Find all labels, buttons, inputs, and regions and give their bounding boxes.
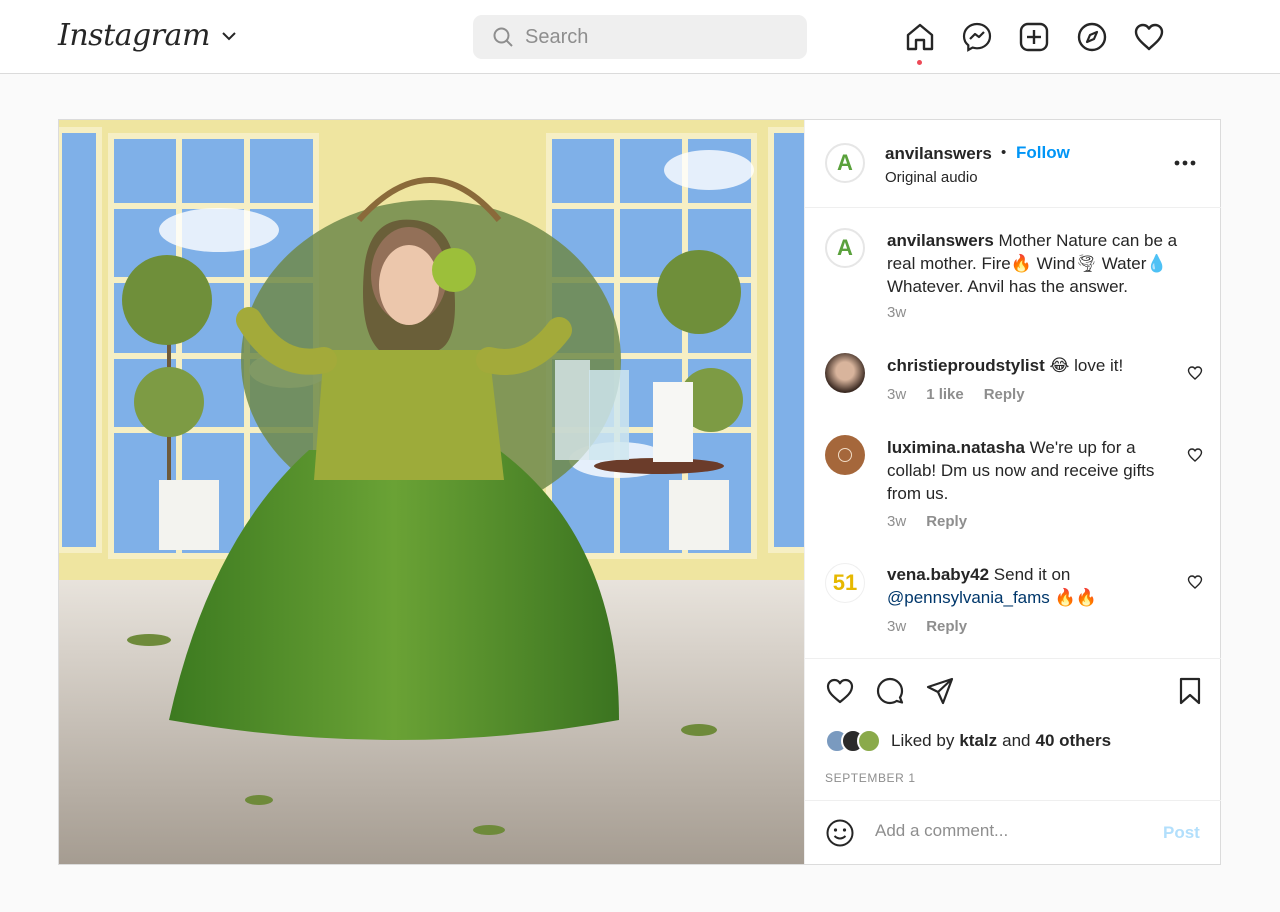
- caption-username[interactable]: anvilanswers: [887, 231, 994, 250]
- author-avatar[interactable]: A: [825, 143, 865, 183]
- follow-button[interactable]: Follow: [1016, 143, 1070, 163]
- search-input[interactable]: [525, 25, 785, 49]
- activity-heart-icon[interactable]: [1133, 21, 1165, 53]
- comment-text: Send it on: [993, 565, 1071, 584]
- post-comment-button[interactable]: Post: [1163, 823, 1200, 843]
- liked-by-count[interactable]: 40 others: [1036, 731, 1112, 751]
- like-comment-heart-icon[interactable]: [1187, 365, 1203, 381]
- mention-link[interactable]: @pennsylvania_fams: [887, 588, 1050, 607]
- brand-letter: A: [837, 150, 853, 175]
- caption-time[interactable]: 3w: [887, 304, 906, 321]
- search-bar[interactable]: [473, 15, 807, 59]
- search-icon: [493, 27, 513, 47]
- post-media-image[interactable]: [59, 120, 804, 864]
- emoji-picker-icon[interactable]: [825, 818, 855, 848]
- top-nav: Instagram: [0, 0, 1280, 74]
- comment-meta: 3w Reply: [887, 513, 967, 530]
- post-header: A anvilanswers • Follow Original audio: [805, 120, 1221, 208]
- comment-meta: 3w Reply: [887, 618, 967, 635]
- comment-meta: 3w 1 like Reply: [887, 386, 1025, 403]
- caption: anvilanswers Mother Nature can be a real…: [887, 229, 1187, 298]
- comment-text: 😂 love it!: [1049, 356, 1124, 375]
- caption-avatar[interactable]: A: [825, 228, 865, 268]
- chevron-down-icon[interactable]: [222, 31, 236, 41]
- comment: christieproudstylist 😂 love it!: [887, 354, 1187, 377]
- more-options-icon[interactable]: [1174, 160, 1196, 166]
- comment-emoji: 🔥🔥: [1054, 588, 1097, 607]
- author-username[interactable]: anvilanswers: [885, 144, 992, 164]
- logo-text: Instagram: [58, 18, 210, 53]
- comment-username[interactable]: christieproudstylist: [887, 356, 1045, 375]
- comment-likes[interactable]: 1 like: [926, 386, 964, 403]
- comment-time[interactable]: 3w: [887, 386, 906, 403]
- liker-avatar: [857, 729, 881, 753]
- reply-button[interactable]: Reply: [926, 513, 967, 530]
- reply-button[interactable]: Reply: [926, 618, 967, 635]
- liked-by-prefix: Liked by: [891, 731, 955, 750]
- liker-avatars: [825, 729, 881, 753]
- like-comment-heart-icon[interactable]: [1187, 574, 1203, 590]
- comment-username[interactable]: vena.baby42: [887, 565, 989, 584]
- post-card: A anvilanswers • Follow Original audio A…: [58, 119, 1221, 865]
- comment-icon[interactable]: [875, 676, 905, 706]
- like-comment-heart-icon[interactable]: [1187, 447, 1203, 463]
- messenger-icon[interactable]: [961, 21, 993, 53]
- avatar-text: 51: [832, 570, 858, 595]
- new-post-icon[interactable]: [1018, 21, 1050, 53]
- caption-meta: 3w: [887, 304, 906, 321]
- brand-mark-icon: [838, 448, 852, 462]
- commenter-avatar[interactable]: [825, 435, 865, 475]
- share-icon[interactable]: [925, 676, 955, 706]
- explore-icon[interactable]: [1076, 21, 1108, 53]
- comment-time[interactable]: 3w: [887, 513, 906, 530]
- instagram-logo[interactable]: Instagram: [58, 18, 236, 53]
- audio-label[interactable]: Original audio: [885, 169, 978, 186]
- commenter-avatar[interactable]: [825, 353, 865, 393]
- liked-by-and: and: [1002, 731, 1031, 750]
- like-heart-icon[interactable]: [825, 676, 855, 706]
- brand-letter: A: [837, 235, 853, 260]
- save-bookmark-icon[interactable]: [1175, 676, 1205, 706]
- comment-time[interactable]: 3w: [887, 618, 906, 635]
- comment-username[interactable]: luximina.natasha: [887, 438, 1025, 457]
- separator-dot: •: [1001, 144, 1007, 161]
- comments-list[interactable]: A anvilanswers Mother Nature can be a re…: [805, 208, 1221, 660]
- reply-button[interactable]: Reply: [984, 386, 1025, 403]
- likes-summary: Liked by ktalz and 40 others: [825, 729, 1111, 753]
- comment: luximina.natasha We're up for a collab! …: [887, 436, 1167, 505]
- commenter-avatar[interactable]: 51: [825, 563, 865, 603]
- post-actions: Liked by ktalz and 40 others SEPTEMBER 1: [805, 658, 1221, 800]
- add-comment-input[interactable]: [875, 821, 1145, 841]
- add-comment-bar: Post: [805, 800, 1221, 864]
- notification-dot: [917, 60, 922, 65]
- post-sidebar: A anvilanswers • Follow Original audio A…: [804, 120, 1221, 864]
- home-icon[interactable]: [904, 21, 936, 53]
- post-scene-illustration: [59, 120, 804, 864]
- post-date[interactable]: SEPTEMBER 1: [825, 771, 916, 785]
- comment: vena.baby42 Send it on @pennsylvania_fam…: [887, 563, 1187, 609]
- liked-by-user[interactable]: ktalz: [959, 731, 997, 751]
